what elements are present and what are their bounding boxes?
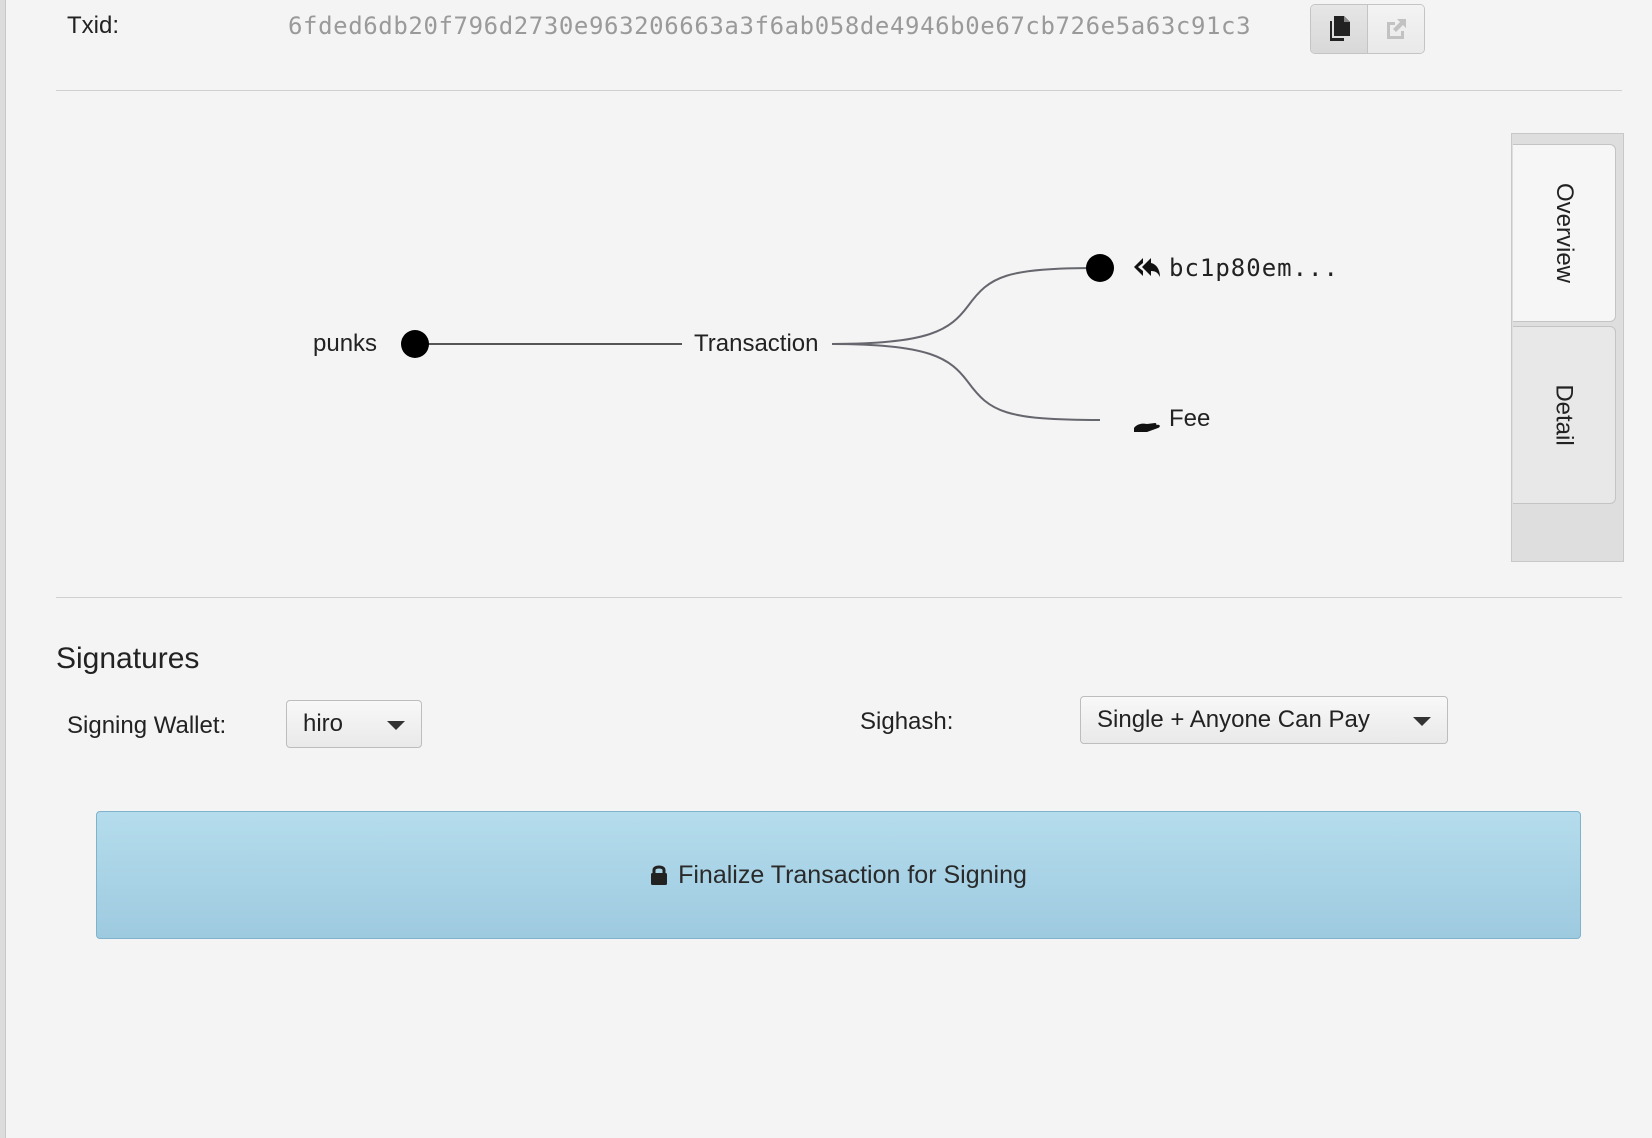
output-node [1086, 254, 1114, 282]
finalize-label: Finalize Transaction for Signing [678, 860, 1027, 889]
copy-txid-button[interactable] [1311, 5, 1368, 53]
txid-actions [1310, 4, 1425, 54]
sighash-value: Single + Anyone Can Pay [1097, 706, 1370, 733]
transaction-label: Transaction [694, 330, 819, 357]
output-edge [831, 267, 1101, 345]
chevron-down-icon [387, 721, 405, 730]
txid-value[interactable]: 6fded6db20f796d2730e963206663a3f6ab058de… [288, 12, 1251, 40]
txid-label: Txid: [67, 12, 120, 39]
signatures-title: Signatures [56, 642, 200, 675]
finalize-transaction-button[interactable]: Finalize Transaction for Signing [96, 811, 1581, 939]
view-tabs: Overview Detail [1511, 133, 1624, 562]
divider-bottom [56, 597, 1622, 598]
signing-wallet-value: hiro [303, 710, 344, 737]
sighash-label: Sighash: [860, 708, 954, 735]
output-address[interactable]: bc1p80em... [1169, 254, 1339, 282]
input-node [401, 330, 429, 358]
external-link-icon [1387, 19, 1406, 39]
tab-detail[interactable]: Detail [1513, 326, 1616, 504]
sighash-select[interactable]: Single + Anyone Can Pay [1080, 696, 1448, 744]
tab-overview[interactable]: Overview [1513, 144, 1616, 322]
signing-wallet-label: Signing Wallet: [67, 712, 227, 739]
chevron-down-icon [1413, 717, 1431, 726]
tab-detail-label: Detail [1550, 384, 1578, 446]
input-label[interactable]: punks [313, 330, 377, 358]
copy-icon [1330, 16, 1350, 41]
signing-wallet-select[interactable]: hiro [286, 700, 422, 748]
hand-icon [1134, 423, 1160, 432]
reply-all-icon [1134, 258, 1160, 277]
tab-overview-label: Overview [1551, 182, 1578, 284]
lock-icon [651, 865, 668, 885]
fee-edge [831, 343, 1101, 421]
open-in-explorer-button[interactable] [1368, 5, 1424, 53]
fee-label[interactable]: Fee [1169, 405, 1210, 433]
transaction-diagram [401, 254, 1114, 421]
